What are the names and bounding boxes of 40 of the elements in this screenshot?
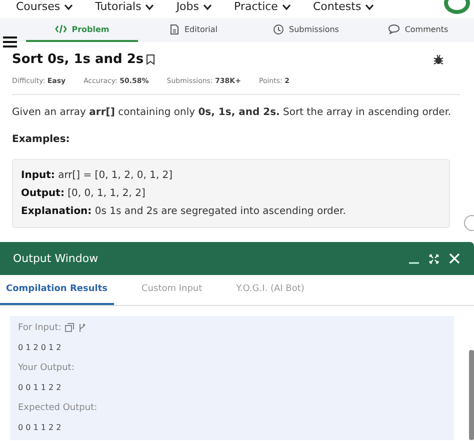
chevron-icon <box>64 4 74 10</box>
result-label: Your Output: <box>18 362 74 372</box>
chat-icon <box>388 24 400 34</box>
result-value: 0 1 2 0 1 2 <box>18 342 62 354</box>
scrollbar[interactable] <box>469 350 474 440</box>
example-line: Output: [0, 0, 1, 1, 2, 2] <box>21 187 146 201</box>
bug-icon[interactable] <box>433 54 444 65</box>
problem-description: Given an array arr[] containing only 0s, 1s, and 2s. Sort the array in ascending order. <box>12 107 452 118</box>
problem-title: Sort 0s, 1s and 2s <box>12 52 144 67</box>
chevron-icon <box>203 4 212 10</box>
result-value: 0 0 1 1 2 2 <box>18 422 62 434</box>
copy-icon[interactable] <box>65 323 74 332</box>
branch-icon[interactable] <box>78 322 86 332</box>
problem-tab[interactable]: Editorial <box>138 18 250 42</box>
chevron-icon <box>145 4 154 10</box>
nav-menu-item[interactable]: Contests <box>312 1 374 13</box>
example-line: Explanation: 0s 1s and 2s are segregated into ascending order. <box>21 205 347 219</box>
chevron-icon <box>282 4 291 10</box>
menu-icon[interactable] <box>3 36 17 48</box>
nav-menu-item[interactable]: Practice <box>234 1 291 13</box>
close-icon[interactable] <box>449 253 460 264</box>
problem-tab[interactable]: Problem <box>26 18 138 42</box>
output-window-title: Output Window <box>13 252 98 265</box>
bookmark-icon[interactable] <box>146 54 155 65</box>
nav-menu-item[interactable]: Jobs <box>176 1 212 13</box>
problem-tab[interactable]: Comments <box>362 18 474 42</box>
nav-menu-item[interactable]: Courses <box>16 1 74 13</box>
result-label: For Input: <box>18 322 62 332</box>
problem-tab[interactable]: Submissions <box>250 18 362 42</box>
chevron-icon <box>365 4 374 10</box>
code-icon <box>54 24 67 34</box>
example-line: Input: arr[] = [0, 1, 2, 0, 1, 2] <box>21 169 174 183</box>
clock-icon <box>273 24 284 34</box>
result-label: Expected Output: <box>18 402 98 412</box>
expand-icon[interactable] <box>429 254 439 264</box>
document-icon <box>170 24 180 34</box>
examples-heading: Examples: <box>12 134 71 145</box>
nav-menu-item[interactable]: Tutorials <box>95 1 154 13</box>
output-tab[interactable]: Compilation Results <box>0 275 114 305</box>
result-value: 0 0 1 1 2 2 <box>18 382 62 394</box>
